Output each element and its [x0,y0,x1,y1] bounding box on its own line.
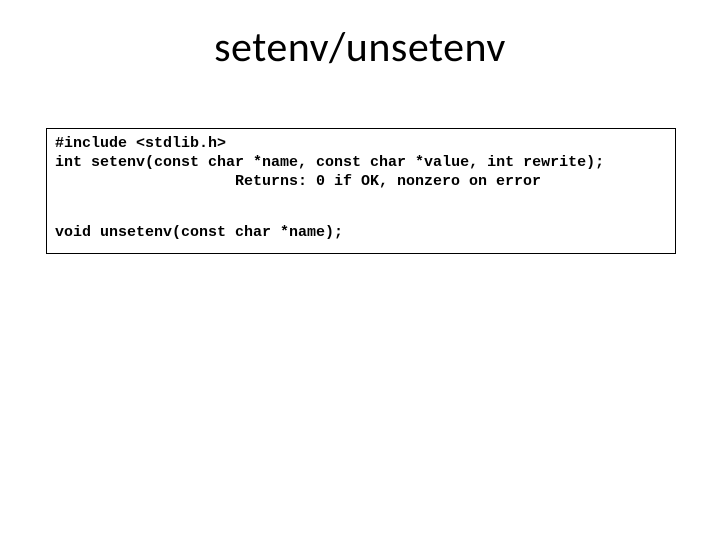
slide: setenv/unsetenv #include <stdlib.h> int … [0,0,720,540]
code-include: #include <stdlib.h> [55,135,226,152]
code-box: #include <stdlib.h> int setenv(const cha… [46,128,676,254]
page-title: setenv/unsetenv [0,0,720,73]
code-setenv-decl: int setenv(const char *name, const char … [55,154,604,171]
blank-line [55,210,667,224]
code-returns: Returns: 0 if OK, nonzero on error [55,173,667,192]
code-unsetenv-decl: void unsetenv(const char *name); [55,224,343,241]
